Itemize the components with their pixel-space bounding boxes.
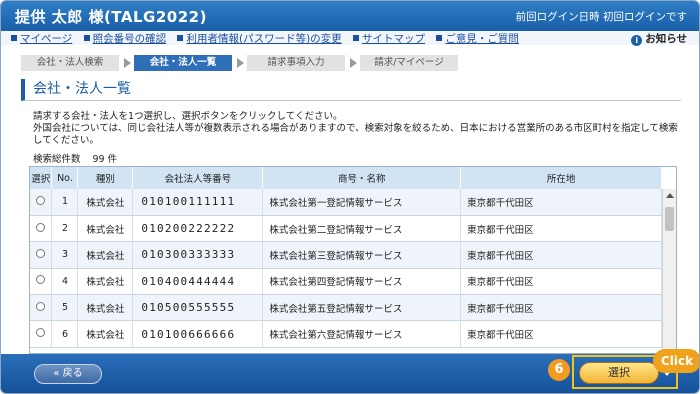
results-table-container[interactable]: 選択 No. 種別 会社法人等番号 商号・名称 所在地 1 株式会社 01010… [29, 166, 677, 354]
kind-cell: 株式会社 [77, 215, 134, 243]
select-radio[interactable] [36, 248, 46, 258]
window-frame: 提供 太郎 様(TALG2022) 前回ログイン日時 初回ログインです マイペー… [0, 0, 700, 394]
kind-cell: 株式会社 [77, 241, 134, 269]
bullet-icon [353, 35, 360, 41]
select-cell [30, 241, 53, 269]
table-row[interactable]: 4 株式会社 010400444444 株式会社第四登記情報サービス 東京都千代… [30, 268, 662, 296]
table-header-row: 選択 No. 種別 会社法人等番号 商号・名称 所在地 [30, 167, 662, 189]
step-arrow-icon [124, 58, 131, 68]
header-bar: 提供 太郎 様(TALG2022) 前回ログイン日時 初回ログインです [1, 1, 699, 31]
nav-link-reference-number[interactable]: 照会番号の確認 [93, 33, 167, 45]
nav-link-feedback[interactable]: ご意見・ご質問 [445, 33, 519, 45]
kind-cell: 株式会社 [77, 320, 134, 348]
bullet-icon [11, 35, 17, 41]
select-radio[interactable] [36, 301, 46, 311]
number-cell: 010400444444 [132, 268, 264, 296]
click-callout: Click [653, 349, 699, 373]
step-request-input: 請求事項入力 [247, 55, 345, 71]
bullet-icon [177, 35, 184, 41]
name-cell: 株式会社第六登記情報サービス [262, 320, 462, 348]
step-company-search: 会社・法人検索 [21, 55, 119, 71]
column-header-select: 選択 [30, 167, 53, 189]
column-header-address: 所在地 [460, 167, 662, 189]
table-row[interactable]: 6 株式会社 010100666666 株式会社第六登記情報サービス 東京都千代… [30, 320, 662, 348]
address-cell: 東京都千代田区 [460, 320, 662, 348]
name-cell: 株式会社第五登記情報サービス [262, 294, 462, 322]
no-cell: 6 [51, 320, 79, 348]
select-cell [30, 320, 53, 348]
no-cell: 2 [51, 215, 79, 243]
no-cell: 3 [51, 241, 79, 269]
page-title: 会社・法人一覧 [21, 79, 681, 101]
kind-cell: 株式会社 [77, 268, 134, 296]
notice-label: お知らせ [645, 33, 687, 45]
no-cell: 5 [51, 294, 79, 322]
step-arrow-icon [237, 58, 244, 68]
bullet-icon [436, 35, 443, 41]
address-cell: 東京都千代田区 [460, 294, 662, 322]
table-row[interactable]: 1 株式会社 010100111111 株式会社第一登記情報サービス 東京都千代… [30, 189, 662, 216]
instruction-line: 請求する会社・法人を1つ選択し、選択ボタンをクリックしてください。 [33, 111, 343, 122]
step-number-badge: 6 [548, 359, 570, 381]
number-cell: 010200222222 [132, 215, 264, 243]
nav-link-mypage[interactable]: マイページ [20, 33, 72, 45]
step-company-list: 会社・法人一覧 [134, 55, 232, 71]
no-cell: 1 [51, 189, 79, 216]
notice-link[interactable]: i お知らせ [631, 31, 687, 46]
address-cell: 東京都千代田区 [460, 268, 662, 296]
result-count-label: 検索総件数 [33, 154, 81, 165]
instructions: 請求する会社・法人を1つ選択し、選択ボタンをクリックしてください。 外国会社につ… [33, 111, 683, 147]
result-count-value: 99 件 [92, 154, 118, 165]
step-arrow-icon [350, 58, 357, 68]
name-cell: 株式会社第三登記情報サービス [262, 241, 462, 269]
nav-link-sitemap[interactable]: サイトマップ [362, 33, 425, 45]
select-radio[interactable] [36, 275, 46, 285]
login-info: 前回ログイン日時 初回ログインです [515, 11, 687, 23]
info-icon: i [631, 35, 643, 46]
number-cell: 010100111111 [132, 189, 264, 216]
results-table: 選択 No. 種別 会社法人等番号 商号・名称 所在地 1 株式会社 01010… [30, 167, 662, 348]
address-cell: 東京都千代田区 [460, 241, 662, 269]
result-count: 検索総件数 99 件 [33, 151, 117, 165]
nav-bar: マイページ 照会番号の確認 利用者情報(パスワード等)の変更 サイトマップ ご意… [1, 31, 699, 46]
name-cell: 株式会社第四登記情報サービス [262, 268, 462, 296]
user-name: 提供 太郎 様(TALG2022) [15, 8, 207, 26]
select-radio[interactable] [36, 222, 46, 232]
number-cell: 010300333333 [132, 241, 264, 269]
select-cell [30, 294, 53, 322]
select-radio[interactable] [36, 195, 46, 205]
table-row[interactable]: 3 株式会社 010300333333 株式会社第三登記情報サービス 東京都千代… [30, 241, 662, 269]
scroll-thumb[interactable] [665, 207, 674, 231]
select-button[interactable]: 選択 [579, 362, 659, 384]
table-row[interactable]: 2 株式会社 010200222222 株式会社第二登記情報サービス 東京都千代… [30, 215, 662, 243]
select-radio[interactable] [36, 328, 46, 338]
scroll-up-icon[interactable] [666, 193, 674, 198]
select-cell [30, 215, 53, 243]
select-cell [30, 189, 53, 216]
nav-links: マイページ 照会番号の確認 利用者情報(パスワード等)の変更 サイトマップ ご意… [11, 31, 527, 46]
table-row[interactable]: 5 株式会社 010500555555 株式会社第五登記情報サービス 東京都千代… [30, 294, 662, 322]
instruction-line: 外国会社については、同じ会社法人等が複数表示される場合がありますので、検索対象を… [33, 123, 678, 146]
address-cell: 東京都千代田区 [460, 215, 662, 243]
kind-cell: 株式会社 [77, 294, 134, 322]
column-header-name: 商号・名称 [262, 167, 462, 189]
column-header-number: 会社法人等番号 [132, 167, 264, 189]
name-cell: 株式会社第一登記情報サービス [262, 189, 462, 216]
address-cell: 東京都千代田区 [460, 189, 662, 216]
bullet-icon [83, 35, 90, 41]
table-scrollbar[interactable] [662, 189, 676, 353]
step-request-mypage: 請求/マイページ [360, 55, 458, 71]
number-cell: 010500555555 [132, 294, 264, 322]
column-header-kind: 種別 [77, 167, 134, 189]
no-cell: 4 [51, 268, 79, 296]
kind-cell: 株式会社 [77, 189, 134, 216]
column-header-no: No. [51, 167, 79, 189]
select-cell [30, 268, 53, 296]
nav-link-user-info[interactable]: 利用者情報(パスワード等)の変更 [186, 33, 341, 45]
back-button[interactable]: « 戻る [34, 364, 102, 384]
name-cell: 株式会社第二登記情報サービス [262, 215, 462, 243]
number-cell: 010100666666 [132, 320, 264, 348]
